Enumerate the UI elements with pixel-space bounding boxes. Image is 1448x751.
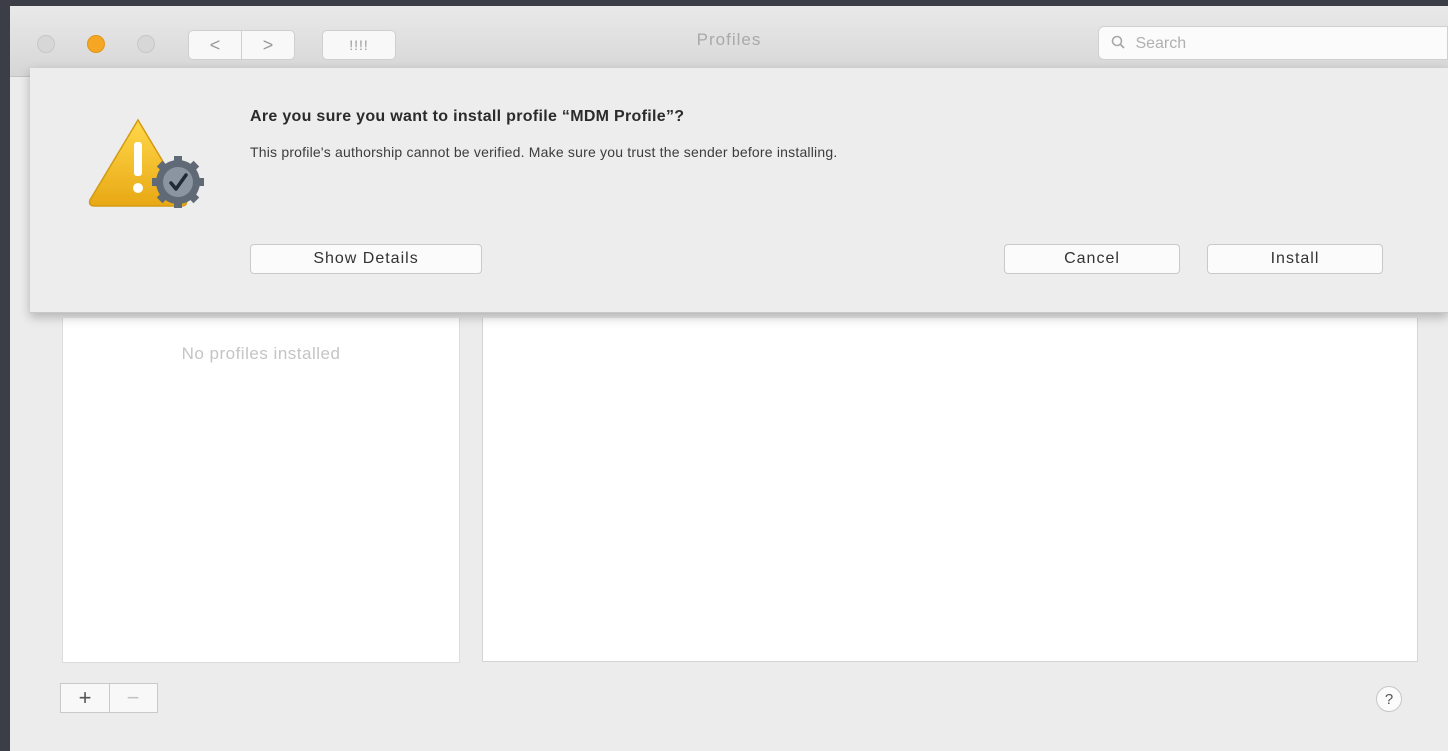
cancel-button[interactable]: Cancel xyxy=(1004,244,1180,274)
profile-detail-pane xyxy=(482,318,1418,662)
install-button[interactable]: Install xyxy=(1207,244,1383,274)
empty-list-label: No profiles installed xyxy=(181,344,341,363)
help-button[interactable]: ? xyxy=(1376,686,1402,712)
add-remove-control: + − xyxy=(60,683,158,713)
search-placeholder: Search xyxy=(1135,35,1187,52)
profiles-list[interactable]: No profiles installed xyxy=(62,318,460,663)
dialog-heading: Are you sure you want to install profile… xyxy=(250,108,685,125)
search-field[interactable]: Search xyxy=(1098,26,1448,60)
show-details-button[interactable]: Show Details xyxy=(250,244,482,274)
add-profile-button[interactable]: + xyxy=(61,684,110,712)
install-profile-sheet: Are you sure you want to install profile… xyxy=(30,68,1448,313)
dialog-message: This profile's authorship cannot be veri… xyxy=(250,144,838,160)
warning-triangle-with-gear-icon xyxy=(82,116,222,221)
title-bar: < > !!!! Profiles Search xyxy=(10,6,1448,77)
remove-profile-button[interactable]: − xyxy=(109,684,157,712)
magnifier-icon xyxy=(1111,35,1129,52)
